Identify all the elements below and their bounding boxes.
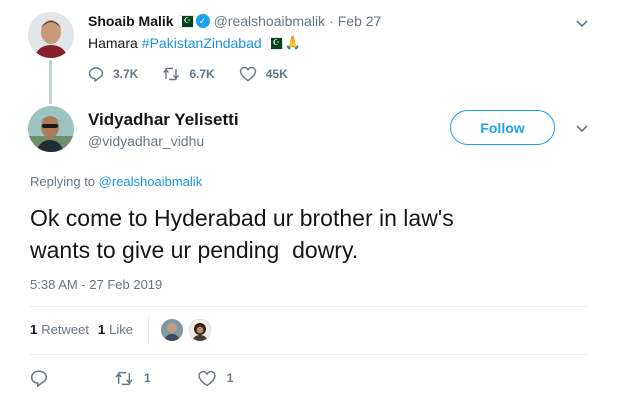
retweet-button[interactable]: 6.7K [162,67,215,81]
tweet-timestamp[interactable]: 5:38 AM - 27 Feb 2019 [30,277,162,292]
like-button[interactable]: 45K [239,66,288,82]
retweet-button[interactable]: 1 [114,371,151,386]
parent-tweet-date[interactable]: Feb 27 [338,13,382,29]
like-stat-label: Like [109,322,134,337]
follow-button[interactable]: Follow [450,110,555,145]
tweet-body: Ok come to Hyderabad ur brother in law's… [30,205,454,263]
reply-icon [30,370,48,387]
author-name[interactable]: Vidyadhar Yelisetti [88,110,239,130]
thread-line [49,60,52,104]
chevron-down-icon[interactable] [575,124,589,134]
retweet-stat-count: 1 [30,322,38,337]
replying-to-handle[interactable]: @realshoaibmalik [99,174,203,189]
liker-avatar[interactable] [161,319,183,341]
parent-author-handle[interactable]: @realshoaibmalik [214,13,325,29]
parent-tweet-actions: 3.7K 6.7K 45K [88,66,312,82]
like-icon [239,66,256,82]
retweeter-avatar[interactable] [189,319,211,341]
retweet-icon [115,371,133,385]
avatar-shoaib-malik[interactable] [28,12,74,58]
parent-tweet-text: Hamara #PakistanZindabad 🙏 [88,35,301,51]
parent-tweet-header: Shoaib Malik ✓ @realshoaibmalik · Feb 27 [88,13,381,29]
like-icon [197,370,216,386]
retweet-action-count: 1 [144,371,151,385]
stats-separator [148,316,149,344]
replying-to: Replying to @realshoaibmalik [30,174,202,189]
reply-button[interactable]: 3.7K [88,66,138,82]
hashtag-link[interactable]: #PakistanZindabad [142,35,262,51]
like-action-count: 1 [226,371,234,385]
like-count: 45K [265,67,288,81]
avatar-vidyadhar[interactable] [28,106,74,152]
divider [30,354,588,355]
parent-tweet-word: Hamara [88,35,138,51]
reply-icon [88,67,104,82]
tweet-actions: 1 1 [30,369,233,387]
divider [30,306,588,307]
tweet-stats: 1 Retweet 1 Like [30,322,142,337]
pakistan-flag-icon [267,37,282,49]
replying-prefix: Replying to [30,174,96,189]
separator-dot: · [329,13,334,29]
retweet-stat[interactable]: 1 Retweet [30,322,89,337]
pakistan-flag-icon [178,15,193,27]
like-button[interactable]: 1 [197,370,234,387]
folded-hands-icon: 🙏 [284,35,301,50]
chevron-down-icon[interactable] [575,19,589,29]
reply-count: 3.7K [113,67,139,81]
retweet-icon [163,67,180,81]
reply-button[interactable] [30,369,58,387]
parent-author-name[interactable]: Shoaib Malik [88,13,174,29]
verified-badge-icon: ✓ [195,14,210,28]
like-stat[interactable]: 1 Like [98,322,133,337]
author-handle[interactable]: @vidyadhar_vidhu [88,133,204,149]
retweet-count: 6.7K [189,67,215,81]
retweet-stat-label: Retweet [41,322,89,337]
like-stat-count: 1 [97,322,106,337]
